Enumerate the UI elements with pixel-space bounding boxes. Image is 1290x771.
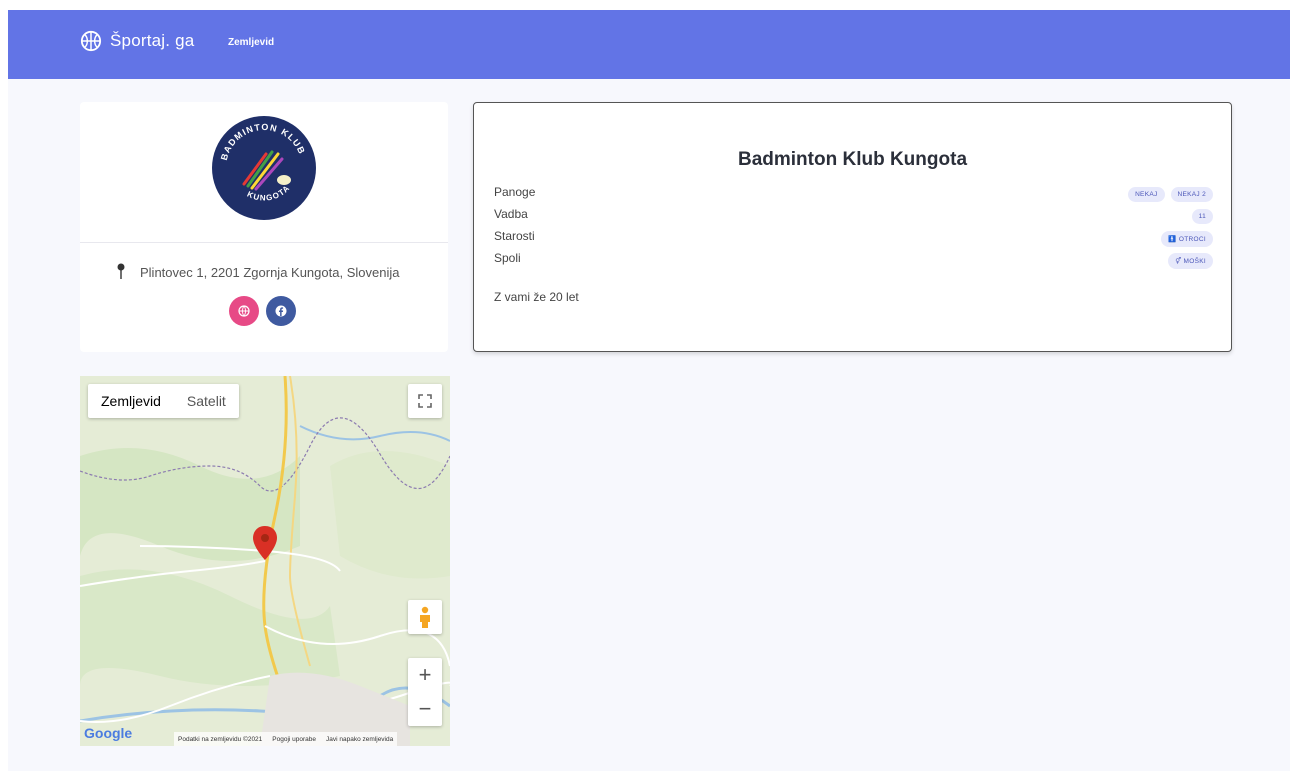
fullscreen-button[interactable]	[408, 384, 442, 418]
basketball-icon	[80, 30, 102, 52]
pegman-icon	[420, 606, 430, 628]
since-text: Z vami že 20 let	[494, 290, 579, 304]
navbar	[8, 10, 1290, 79]
map-pin-icon	[117, 263, 125, 279]
map[interactable]: Zemljevid Satelit + − Google Podatki na …	[80, 376, 450, 746]
club-address: Plintovec 1, 2201 Zgornja Kungota, Slove…	[140, 264, 400, 280]
google-logo[interactable]: Google	[84, 725, 132, 741]
facebook-icon	[275, 305, 287, 317]
facebook-button[interactable]	[266, 296, 296, 326]
map-footer: Podatki na zemljevidu ©2021 Pogoji upora…	[174, 732, 398, 746]
nav-link-zemljevid[interactable]: Zemljevid	[228, 37, 274, 48]
club-info-card: Badminton Klub Kungota Panoge NEKAJ NEKA…	[473, 102, 1232, 352]
club-logo: BADMINTON KLUB KUNGOTA	[212, 116, 316, 220]
zoom-controls: + −	[408, 658, 442, 726]
badge: NEKAJ 2	[1170, 187, 1213, 202]
badges-panoge: NEKAJ NEKAJ 2	[1128, 187, 1213, 202]
zoom-out-button[interactable]: −	[419, 692, 432, 726]
divider	[80, 242, 448, 243]
report-error-link[interactable]: Javi napako zemljevida	[326, 736, 393, 743]
badges-vadba: 11	[1191, 209, 1213, 224]
club-title: Badminton Klub Kungota	[737, 149, 968, 170]
badge: 11	[1191, 209, 1213, 224]
row-label-spoli: Spoli	[494, 251, 521, 265]
website-button[interactable]	[229, 296, 259, 326]
row-label-starosti: Starosti	[494, 229, 535, 243]
badge: ⚥ MOŠKI	[1168, 253, 1213, 269]
brand-name: Športaj. ga	[110, 31, 195, 50]
badges-spoli: ⚥ MOŠKI	[1168, 253, 1213, 269]
street-view-button[interactable]	[408, 600, 442, 634]
badge: NEKAJ	[1128, 187, 1165, 202]
row-label-panoge: Panoge	[494, 185, 536, 199]
globe-icon	[238, 305, 250, 317]
map-type-map-button[interactable]: Zemljevid	[88, 384, 174, 418]
map-data-notice: Podatki na zemljevidu ©2021	[178, 735, 263, 743]
brand-link[interactable]: Športaj. ga	[80, 30, 194, 52]
zoom-in-button[interactable]: +	[419, 658, 432, 692]
terms-link[interactable]: Pogoji uporabe	[272, 736, 316, 743]
map-type-satellite-button[interactable]: Satelit	[174, 384, 239, 418]
badges-starosti: 🚹 OTROCI	[1161, 231, 1213, 247]
row-label-vadba: Vadba	[494, 207, 528, 221]
fullscreen-icon	[418, 394, 432, 408]
map-type-switcher: Zemljevid Satelit	[88, 384, 239, 418]
map-canvas[interactable]	[80, 376, 450, 746]
address-row: Plintovec 1, 2201 Zgornja Kungota, Slove…	[116, 263, 399, 281]
badge: 🚹 OTROCI	[1161, 231, 1213, 247]
club-profile-card: BADMINTON KLUB KUNGOTA	[80, 102, 448, 352]
